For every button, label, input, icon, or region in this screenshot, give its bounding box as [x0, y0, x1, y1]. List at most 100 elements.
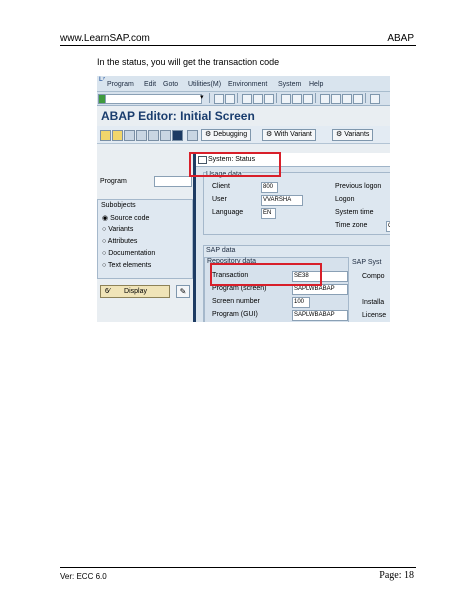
command-field[interactable] [105, 94, 202, 104]
toolbar-separator [276, 93, 277, 103]
pencil-icon: ✎ [179, 287, 187, 296]
installation-label: Installa [362, 299, 385, 306]
component-label: Compo [362, 273, 385, 280]
variants-icon: ⚙ [336, 131, 345, 138]
usage-data-group: Usage data Client 800 User VVARSHA Langu… [203, 171, 390, 235]
screen-number-label: Screen number [212, 298, 260, 305]
object-list-icon[interactable] [160, 130, 171, 141]
next-page-icon[interactable] [342, 94, 352, 104]
radio-label: Variants [108, 226, 134, 233]
variants-label: Variants [344, 131, 370, 138]
debugging-button[interactable]: ⚙ Debugging [201, 129, 252, 141]
radio-label: Attributes [107, 238, 138, 245]
sap-logo-icon: L⁷ [99, 77, 106, 83]
footer-version: Ver: ECC 6.0 [60, 572, 107, 581]
menu-environment[interactable]: Environment [228, 81, 267, 88]
new-session-icon[interactable] [370, 94, 380, 104]
client-label: Client [212, 183, 230, 190]
program-gui-value: SAPLWBABAP [292, 310, 348, 321]
find-icon[interactable] [292, 94, 302, 104]
where-used-icon[interactable] [148, 130, 159, 141]
with-variant-button[interactable]: ⚙ With Variant [262, 129, 316, 141]
subobjects-group: Subobjects ◉ Source code ○ Variants ○ At… [97, 199, 193, 279]
first-page-icon[interactable] [320, 94, 330, 104]
menu-bar: L⁷ Program Edit Goto Utilities(M) Enviro… [97, 76, 390, 92]
screen-number-value: 100 [292, 297, 310, 308]
toolbar-separator [315, 93, 316, 103]
menu-system[interactable]: System [278, 81, 301, 88]
menu-help[interactable]: Help [309, 81, 323, 88]
back-icon[interactable] [214, 94, 224, 104]
toolbar-separator [237, 93, 238, 103]
program-label: Program [100, 178, 127, 185]
print-icon[interactable] [281, 94, 291, 104]
program-gui-label: Program (GUI) [212, 311, 258, 318]
cancel-icon[interactable] [253, 94, 263, 104]
display-icon: 6⁄ [105, 288, 113, 295]
radio-variants[interactable]: ○ Variants [102, 226, 133, 233]
program-screen-label: Program (screen) [212, 285, 267, 292]
prev-page-icon[interactable] [331, 94, 341, 104]
previous-logon-label: Previous logon [335, 183, 382, 190]
radio-selected-icon: ◉ [102, 215, 111, 222]
exit-icon[interactable] [242, 94, 252, 104]
user-value: VVARSHA [261, 195, 303, 206]
sap-system-title: SAP Syst [352, 259, 382, 266]
license-label: License [362, 312, 387, 319]
find-next-icon[interactable] [303, 94, 313, 104]
program-input[interactable] [154, 176, 192, 187]
toolbar-separator [365, 93, 366, 103]
radio-attributes[interactable]: ○ Attributes [102, 238, 137, 245]
variant-icon: ⚙ [266, 131, 275, 138]
sap-screenshot: L⁷ Program Edit Goto Utilities(M) Enviro… [97, 76, 390, 322]
with-variant-label: With Variant [274, 131, 312, 138]
stop-icon[interactable] [264, 94, 274, 104]
radio-text-elements[interactable]: ○ Text elements [102, 262, 151, 269]
activate-icon[interactable] [124, 130, 135, 141]
test-icon[interactable] [136, 130, 147, 141]
display-button[interactable]: 6⁄ Display [100, 285, 170, 298]
radio-label: Text elements [108, 262, 152, 269]
language-label: Language [212, 209, 244, 216]
language-value: EN [261, 208, 276, 219]
user-label: User [212, 196, 227, 203]
variants-button[interactable]: ⚙ Variants [332, 129, 374, 141]
highlight-transaction [210, 263, 322, 286]
header-left: www.LearnSAP.com [60, 33, 150, 44]
save-icon[interactable] [225, 94, 235, 104]
toolbar-separator [209, 93, 210, 103]
menu-program[interactable]: Program [107, 81, 134, 88]
system-toolbar: ▾ [97, 92, 390, 106]
debugging-label: Debugging [213, 131, 248, 138]
footer-rule [60, 567, 416, 568]
menu-edit[interactable]: Edit [144, 81, 156, 88]
radio-source-code[interactable]: ◉ Source code [102, 214, 149, 222]
page-number: Page: 18 [379, 570, 414, 581]
menu-utilities[interactable]: Utilities(M) [188, 81, 221, 88]
system-time-label: System time [335, 209, 374, 216]
client-value: 800 [261, 182, 278, 193]
intro-text: In the status, you will get the transact… [97, 57, 280, 67]
radio-documentation[interactable]: ○ Documentation [102, 250, 155, 257]
execute-icon[interactable] [187, 130, 198, 141]
info-icon[interactable] [172, 130, 183, 141]
other-object-icon[interactable] [100, 130, 111, 141]
check-icon[interactable] [112, 130, 123, 141]
sap-data-title: SAP data [206, 247, 236, 254]
last-page-icon[interactable] [353, 94, 363, 104]
application-toolbar: ⚙ Debugging ⚙ With Variant ⚙ Variants [97, 126, 390, 144]
radio-label: Source code [110, 215, 150, 222]
header-rule [60, 45, 416, 46]
change-button[interactable]: ✎ [176, 285, 190, 298]
subobjects-title: Subobjects [101, 202, 136, 209]
dropdown-icon[interactable]: ▾ [200, 93, 204, 101]
screen-title: ABAP Editor: Initial Screen [101, 109, 255, 123]
time-zone-value: C [386, 221, 390, 232]
highlight-dialog-title [189, 152, 281, 177]
debug-icon: ⚙ [205, 131, 214, 138]
radio-label: Documentation [108, 250, 156, 257]
header-right: ABAP [387, 33, 414, 44]
menu-goto[interactable]: Goto [163, 81, 178, 88]
display-label: Display [124, 288, 147, 295]
time-zone-label: Time zone [335, 222, 368, 229]
